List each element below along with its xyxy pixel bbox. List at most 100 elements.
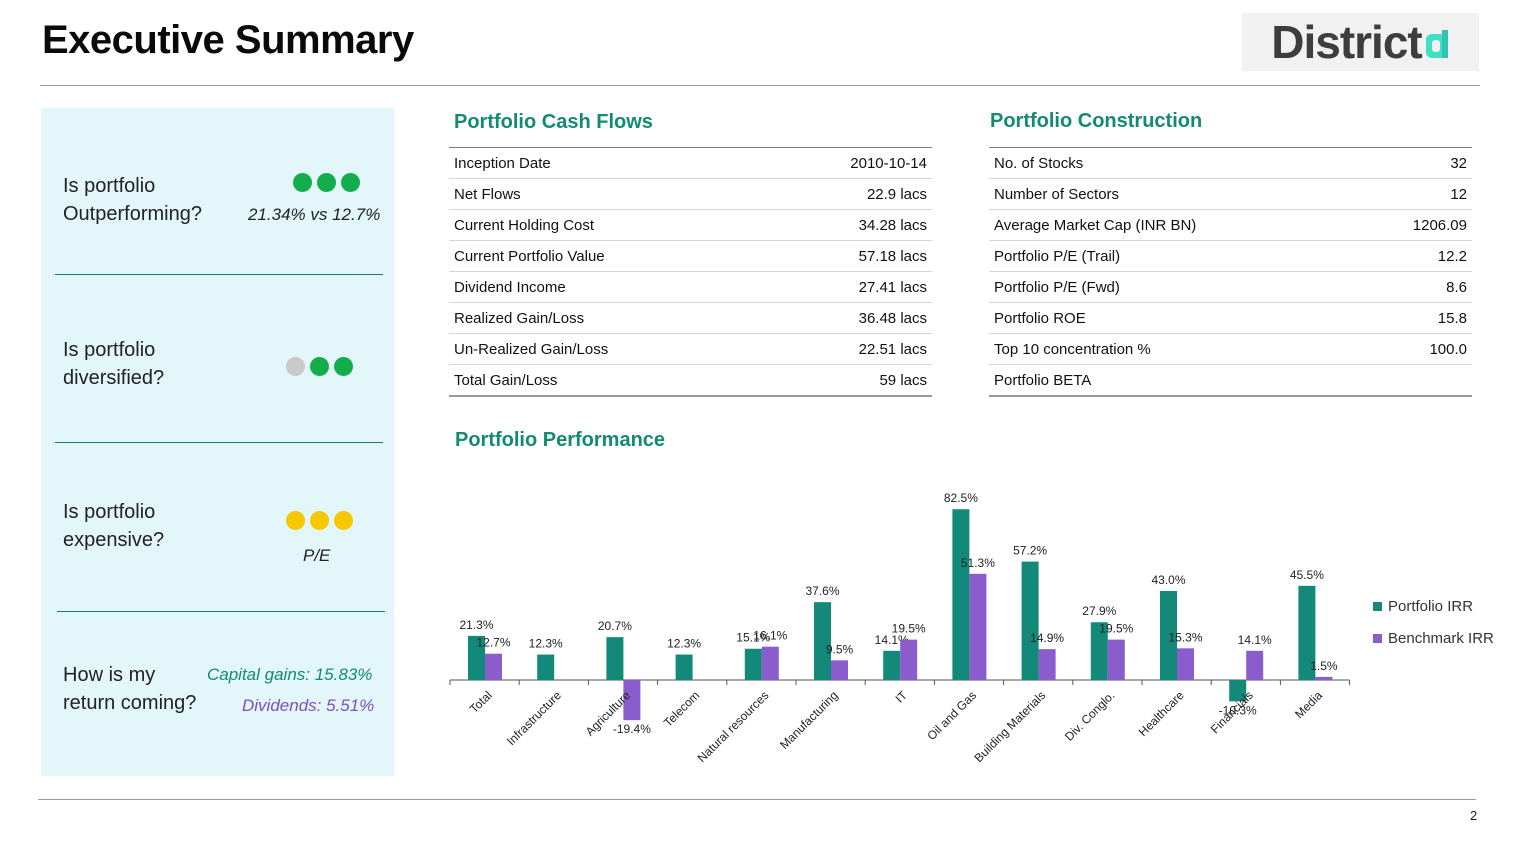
data-label: 12.3% [529,637,563,651]
portfolio-bar [537,654,555,680]
row-value: 22.51 lacs [765,333,932,365]
row-label: Realized Gain/Loss [449,302,766,334]
category-label: Oil and Gas [924,688,979,743]
diversified-rating [286,357,353,376]
construction-row: Top 10 concentration % 100.0 [989,333,1472,365]
portfolio-bar [952,509,970,680]
row-value: 59 lacs [765,364,932,397]
chart-legend: Portfolio IRR Benchmark IRR [1373,590,1494,654]
cash-flow-row: Inception Date 2010-10-14 [449,147,932,179]
data-label: 51.3% [961,556,995,570]
cash-flows-title: Portfolio Cash Flows [454,111,653,133]
row-label: Portfolio P/E (Trail) [989,240,1360,272]
benchmark-bar [969,573,987,680]
cash-flow-row: Realized Gain/Loss 36.48 lacs [449,302,932,334]
question-outperforming: Is portfolio Outperforming? [63,175,202,225]
portfolio-bar [814,602,831,680]
data-label: 16.1% [753,629,787,643]
row-label: No. of Stocks [989,147,1360,179]
yellow-dot-icon [334,511,353,530]
construction-row: Portfolio P/E (Trail) 12.2 [989,240,1472,272]
data-label: 45.5% [1290,568,1324,582]
category-label: Div. Conglo. [1062,688,1117,743]
row-label: Net Flows [449,178,766,210]
row-label: Top 10 concentration % [989,333,1360,365]
outperforming-note: 21.34% vs 12.7% [248,205,381,224]
cash-flow-row: Current Holding Cost 34.28 lacs [449,209,932,241]
portfolio-bar [606,637,624,680]
row-value: 15.8 [1359,302,1472,334]
portfolio-bar [744,648,762,680]
benchmark-bar [761,646,779,680]
question-returns: How is my return coming? [63,664,197,714]
construction-row: Number of Sectors 12 [989,178,1472,210]
row-label: Un-Realized Gain/Loss [449,333,766,365]
page-title: Executive Summary [42,18,414,62]
panel-divider [55,274,383,275]
yellow-dot-icon [310,511,329,530]
row-label: Inception Date [449,147,766,179]
header-divider [40,85,1480,86]
row-label: Average Market Cap (INR BN) [989,209,1360,241]
benchmark-bar [831,660,848,680]
row-value: 2010-10-14 [765,147,932,179]
row-value: 27.41 lacs [765,271,932,303]
row-value: 22.9 lacs [765,178,932,210]
green-dot-icon [334,357,353,376]
data-label: 15.3% [1168,630,1202,644]
legend-swatch [1373,601,1382,611]
cash-flow-row: Un-Realized Gain/Loss 22.51 lacs [449,333,932,365]
data-label: 57.2% [1013,544,1047,558]
row-value: 34.28 lacs [765,209,932,241]
row-label: Portfolio P/E (Fwd) [989,271,1360,303]
row-value: 1206.09 [1359,209,1472,241]
row-label: Dividend Income [449,271,766,303]
data-label: -19.4% [613,722,651,736]
footer-divider [38,799,1476,800]
dividends-note: Dividends: 5.51% [242,696,375,715]
question-expensive: Is portfolio expensive? [63,501,165,551]
category-label: IT [892,688,910,706]
legend-item: Benchmark IRR [1373,622,1494,654]
construction-title: Portfolio Construction [990,110,1203,132]
benchmark-bar [900,639,918,680]
category-label: Building Materials [971,688,1048,765]
construction-row: No. of Stocks 32 [989,147,1472,179]
benchmark-bar [1315,676,1333,680]
data-label: 43.0% [1151,573,1185,587]
benchmark-bar [1038,649,1056,680]
row-value [1359,364,1472,397]
yellow-dot-icon [286,511,305,530]
panel-divider [55,442,383,443]
row-value: 36.48 lacs [765,302,932,334]
legend-label: Portfolio IRR [1388,597,1474,615]
construction-row: Portfolio P/E (Fwd) 8.6 [989,271,1472,303]
row-label: Portfolio ROE [989,302,1360,334]
data-label: 9.5% [826,642,854,656]
expensive-rating [286,511,353,530]
row-label: Number of Sectors [989,178,1360,210]
data-label: 27.9% [1082,604,1116,618]
row-value: 32 [1359,147,1472,179]
cash-flows-table: Inception Date 2010-10-14 Net Flows 22.9 la… [449,147,932,397]
category-label: Total [467,688,495,716]
performance-title: Portfolio Performance [455,429,666,451]
data-label: 19.5% [1099,622,1133,636]
category-label: Media [1292,688,1325,721]
data-label: 14.1% [1238,633,1272,647]
cash-flow-row: Total Gain/Loss 59 lacs [449,364,932,397]
construction-row: Average Market Cap (INR BN) 1206.09 [989,209,1472,241]
logo-mark-icon [1424,28,1450,60]
construction-row: Portfolio BETA [989,364,1472,397]
capital-gains-note: Capital gains: 15.83% [207,665,373,684]
data-label: 12.7% [476,636,510,650]
panel-divider [57,611,385,612]
cash-flow-row: Dividend Income 27.41 lacs [449,271,932,303]
summary-panel: Is portfolio Outperforming? 21.34% vs 12… [41,108,394,776]
outperforming-rating [293,173,360,192]
legend-label: Benchmark IRR [1388,629,1494,647]
grey-dot-icon [286,357,305,376]
row-value: 57.18 lacs [765,240,932,272]
portfolio-bar [1021,561,1039,680]
row-value: 100.0 [1359,333,1472,365]
